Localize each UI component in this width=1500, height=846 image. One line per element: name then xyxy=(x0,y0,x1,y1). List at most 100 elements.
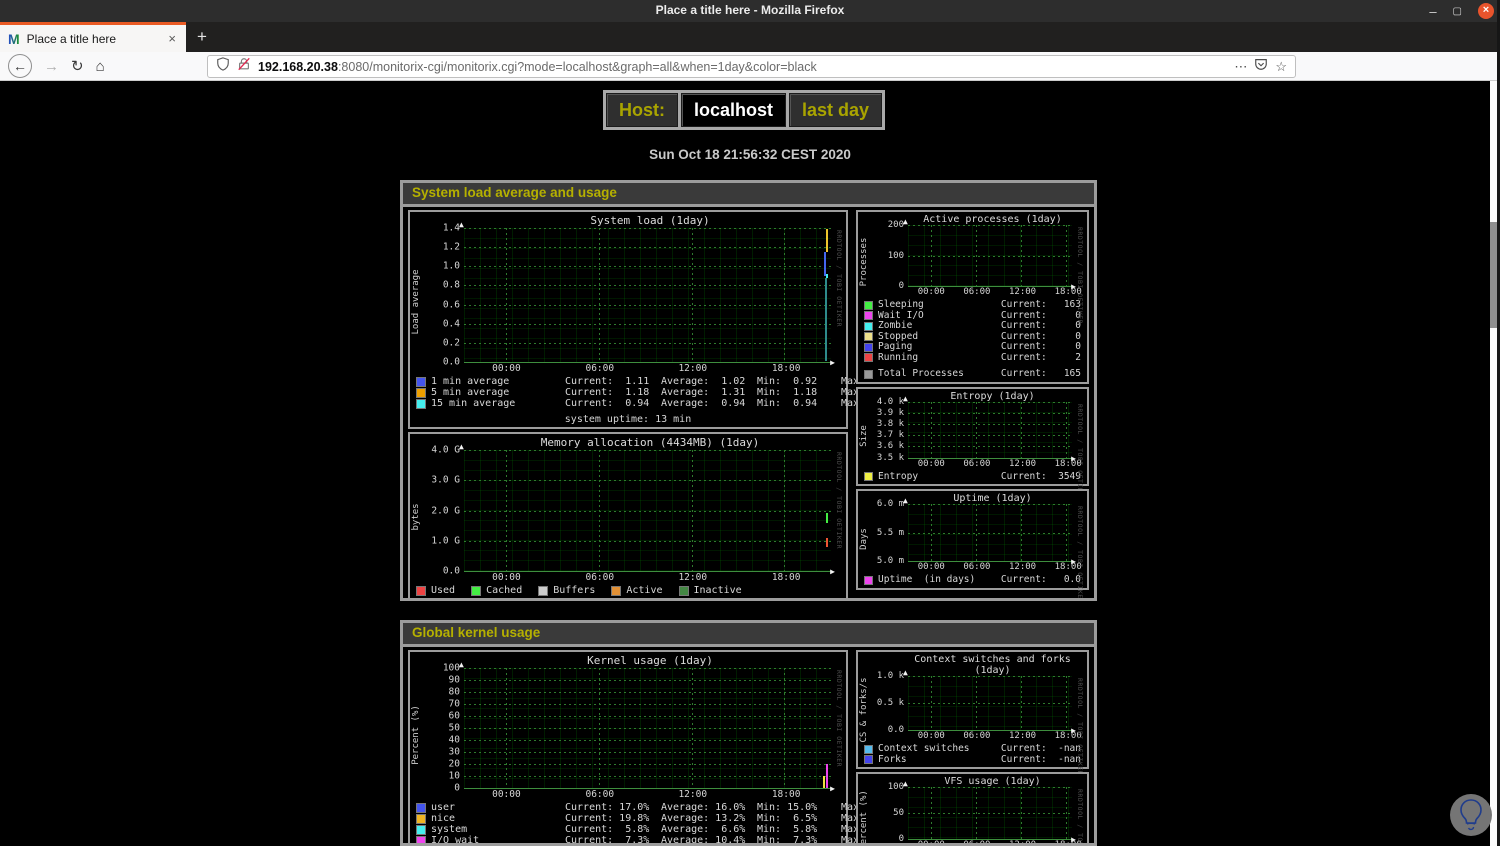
x-tick: 06:00 xyxy=(963,287,991,297)
legend-label: Used xyxy=(431,585,456,596)
legend-swatch xyxy=(416,835,426,843)
graph-vfs-usage[interactable]: VFS usage (1day)Percent (%)10050000:0006… xyxy=(856,772,1089,844)
graph-uptime[interactable]: Uptime (1day)Days6.0 m5.5 m5.0 m00:0006:… xyxy=(856,489,1089,598)
graph-body: CS & forks/s 1.0 k 0.5 k 0.0 00:00 06:00 12:00… xyxy=(858,668,1087,776)
gridline-h xyxy=(908,401,1072,403)
legend-stat: Current: 19.8% xyxy=(565,813,650,824)
gridline-v xyxy=(976,225,978,286)
y-axis-ticks: 1.0 k 0.5 k 0.0 xyxy=(872,671,908,735)
new-tab-button[interactable]: + xyxy=(188,22,216,52)
graph-legend: Context switches Current: -nan Forks Curren… xyxy=(858,743,1087,767)
pocket-icon[interactable] xyxy=(1254,57,1268,76)
graph-active-processes[interactable]: Active processes (1day)Processes20010000… xyxy=(856,210,1089,384)
y-tick: 3.0 G xyxy=(431,474,460,486)
x-axis-ticks: 00:00 06:00 12:00 18:00 xyxy=(464,362,833,375)
legend-current: Current: 2 xyxy=(1000,351,1081,363)
gridline-h xyxy=(908,703,1072,704)
plot-wrap: 00:0006:0012:0018:00 xyxy=(903,394,1082,471)
forward-icon[interactable]: → xyxy=(44,58,59,75)
legend-row: Paging Current: 0 xyxy=(864,341,1081,353)
legend-label: Zombie xyxy=(878,320,913,331)
minimize-icon[interactable]: – xyxy=(1429,5,1436,18)
legend-item: Cached xyxy=(471,585,522,597)
y-tick: 0.5 k xyxy=(876,698,904,708)
legend-stat: Average: 6.6% xyxy=(661,824,746,835)
graph-system-load[interactable]: System load (1day) Load average 1.4 1.2 1.0 0… xyxy=(408,210,901,429)
url-host: 192.168.20.38 xyxy=(258,59,338,74)
graph-memory-allocation[interactable]: Memory allocation (4434MB) (1day) bytes 4.… xyxy=(408,432,848,598)
window-title: Place a title here - Mozilla Firefox xyxy=(655,3,845,17)
legend-swatch xyxy=(864,353,873,363)
graph-body: Days6.0 m5.5 m5.0 m00:0006:0012:0018:00R… xyxy=(858,496,1087,598)
back-icon[interactable]: ← xyxy=(8,54,32,78)
gridline-h xyxy=(464,266,831,268)
gridline-v xyxy=(976,504,978,561)
y-tick: 0 xyxy=(898,834,904,844)
y-tick: 1.0 xyxy=(442,260,460,272)
legend-row: Context switches Current: -nan xyxy=(864,743,1081,755)
gridline-h xyxy=(464,285,831,287)
graph-title: System load (1day) xyxy=(590,214,710,227)
tab-title: Place a title here xyxy=(26,31,117,46)
legend-current: Current: 0.0 xyxy=(1000,574,1081,585)
gridline-h xyxy=(464,716,831,717)
page-actions-icon[interactable]: ⋯ xyxy=(1234,59,1247,75)
legend-current: Current: 163 xyxy=(1000,299,1081,310)
home-icon[interactable]: ⌂ xyxy=(96,58,105,75)
x-axis-ticks: 00:00 06:00 12:00 18:00 xyxy=(908,839,1082,843)
legend-swatch xyxy=(538,586,549,596)
legend-label: Total Processes xyxy=(878,368,964,379)
reload-icon[interactable]: ↻ xyxy=(71,57,84,75)
y-axis-label: CS & forks/s xyxy=(859,676,869,743)
x-tick: 18:00 xyxy=(771,572,801,583)
graph-title: Kernel usage (1day) xyxy=(587,654,713,667)
browser-tab[interactable]: M Place a title here × xyxy=(0,22,186,52)
legend-total-row: Total Processes Current: 165 xyxy=(864,368,1081,380)
x-tick: 00:00 xyxy=(917,731,945,741)
plot-wrap: 00:0006:0012:0018:00 xyxy=(903,496,1082,574)
x-tick: 00:00 xyxy=(492,363,521,374)
close-icon[interactable]: × xyxy=(1478,3,1494,19)
data-spike xyxy=(826,229,828,253)
graph-context-switches-forks[interactable]: Context switches and forks (1day) CS & fo… xyxy=(856,650,1089,776)
page-content: Host: localhost last day Sun Oct 18 21:5… xyxy=(0,81,1500,846)
legend-swatch xyxy=(864,332,873,342)
y-tick: 70 xyxy=(448,698,460,710)
x-tick: 06:00 xyxy=(585,363,615,374)
gridline-v xyxy=(1066,504,1068,561)
page-scrollbar-track[interactable] xyxy=(1490,81,1497,846)
maximize-icon[interactable]: ▢ xyxy=(1453,5,1462,18)
y-tick: 40 xyxy=(448,734,460,746)
graph-title: Memory allocation (4434MB) (1day) xyxy=(540,436,760,449)
x-axis-ticks: 00:00 06:00 12:00 18:00 xyxy=(908,286,1082,299)
x-tick: 12:00 xyxy=(1008,731,1037,741)
url-bar[interactable]: 192.168.20.38:8080/monitorix-cgi/monitor… xyxy=(207,55,1296,78)
x-tick: 00:00 xyxy=(492,572,521,583)
gridline-v xyxy=(930,401,932,458)
y-tick: 2.0 G xyxy=(431,505,460,516)
gridline-h xyxy=(908,423,1072,425)
gridline-v xyxy=(599,450,601,571)
gridline-v xyxy=(599,228,601,362)
monitorix-favicon-icon: M xyxy=(8,30,20,47)
insecure-lock-icon[interactable] xyxy=(237,57,251,76)
legend-row: Uptime (in days) Current: 0.0 xyxy=(864,574,1081,586)
legend-stat: Average: 10.4% xyxy=(661,835,746,846)
rrdtool-watermark: RRDTOOL / TOBI OETIKER xyxy=(1076,678,1084,776)
url-text[interactable]: 192.168.20.38:8080/monitorix-cgi/monitor… xyxy=(258,60,1227,74)
bookmark-star-icon[interactable]: ☆ xyxy=(1275,59,1287,75)
gridline-h xyxy=(464,668,831,669)
y-tick: 90 xyxy=(448,674,460,686)
graph-kernel-usage[interactable]: Kernel usage (1day) Percent (%) 100 90 80 70 6… xyxy=(408,650,901,846)
gridline-v xyxy=(976,401,978,458)
graph-entropy[interactable]: Entropy (1day) Size 4.0 k 3.9 k 3.8 k 3.7 k 3.… xyxy=(856,386,1089,501)
plot-wrap: 00:0006:0012:0018:00 xyxy=(459,220,835,375)
y-tick: 3.6 k xyxy=(876,441,904,452)
gridline-h xyxy=(464,323,831,325)
y-tick: 3.5 k xyxy=(876,452,904,463)
tracking-shield-icon[interactable] xyxy=(216,57,230,76)
gridline-h xyxy=(464,304,831,306)
legend-swatch xyxy=(416,802,426,813)
tab-close-icon[interactable]: × xyxy=(166,31,178,46)
page-scrollbar-thumb[interactable] xyxy=(1490,222,1497,328)
